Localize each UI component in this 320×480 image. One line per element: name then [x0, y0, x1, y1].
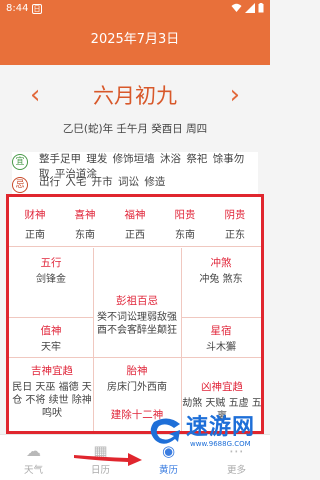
- xiongsha-title: 凶神宜趋: [201, 381, 243, 393]
- god-cell-yang: 阳贵 东南: [160, 197, 210, 247]
- yiji-panel: 宜 整手足甲 理发 修饰垣墙 沐浴 祭祀 馀事勿取 平治道涂 忌 出行 入宅 开…: [12, 152, 258, 194]
- wuxing-value: 剑锋金: [36, 274, 66, 285]
- calendar-app-icon: 日: [32, 4, 42, 14]
- status-time: 8:44: [6, 3, 29, 14]
- god-direction: 正东: [225, 230, 245, 241]
- god-name: 阳贵: [174, 209, 196, 221]
- watermark-url: www.9688G.COM: [190, 440, 251, 448]
- grid-divider: [9, 317, 93, 318]
- wuxing-cell: 五行 剑锋金: [9, 255, 93, 286]
- god-name: 喜神: [74, 209, 96, 221]
- status-bar: 8:44 日: [6, 3, 264, 17]
- site-watermark: 速游网 www.9688G.COM: [150, 414, 260, 450]
- jishen-cell: 吉神宜趋 民日 天巫 福德 天仓 不将 续世 除神 鸣吠: [12, 363, 92, 420]
- yi-badge: 宜: [12, 154, 28, 170]
- ganzhi-line: 乙巳(蛇)年 壬午月 癸酉日 周四: [62, 123, 208, 135]
- tab-weather[interactable]: ☁ 天气: [0, 435, 67, 480]
- zhishen-value: 天牢: [41, 342, 61, 353]
- god-cell-wealth: 财神 正南: [10, 197, 60, 247]
- taishen-value: 房床门外西南: [107, 382, 167, 393]
- god-direction: 正西: [125, 230, 145, 241]
- wuxing-title: 五行: [40, 257, 62, 269]
- wifi-icon: [231, 3, 242, 12]
- ji-text: 出行 入宅 开市 词讼 修造: [39, 176, 166, 188]
- next-day-button[interactable]: ›: [230, 82, 240, 108]
- status-icons: [231, 3, 264, 14]
- grid-divider: [93, 248, 94, 431]
- taishen-cell: 胎神 房床门外西南: [95, 363, 179, 394]
- god-direction: 正南: [25, 230, 45, 241]
- current-date-title[interactable]: 2025年7月3日: [0, 28, 270, 47]
- tab-label: 更多: [226, 465, 246, 476]
- god-cell-joy: 喜神 东南: [60, 197, 110, 247]
- god-direction: 东南: [75, 230, 95, 241]
- cloud-icon: ☁: [26, 442, 41, 460]
- gods-row: 财神 正南 喜神 东南 福神 正西 阳贵 东南 阴贵 正东: [9, 197, 261, 247]
- god-cell-fortune: 福神 正西: [110, 197, 160, 247]
- grid-divider: [9, 357, 261, 358]
- chongsha-title: 冲煞: [210, 257, 232, 269]
- tab-label: 黄历: [158, 465, 178, 476]
- annotation-arrow-icon: [74, 453, 142, 466]
- god-cell-yin: 阴贵 正东: [210, 197, 260, 247]
- god-direction: 东南: [175, 230, 195, 241]
- tab-label: 天气: [23, 465, 43, 476]
- ji-badge: 忌: [12, 177, 28, 193]
- zhishen-cell: 值神 天牢: [9, 323, 93, 354]
- almanac-detail-panel: 财神 正南 喜神 东南 福神 正西 阳贵 东南 阴贵 正东 五行 剑锋金 彭祖百…: [6, 194, 264, 434]
- jishen-title: 吉神宜趋: [31, 365, 73, 377]
- xingxiu-cell: 星宿 斗木獬: [181, 323, 261, 354]
- xingxiu-title: 星宿: [210, 325, 232, 337]
- chongsha-value: 冲兔 煞东: [199, 274, 243, 285]
- god-name: 财神: [24, 209, 46, 221]
- xingxiu-value: 斗木獬: [206, 342, 236, 353]
- pengzu-value: 癸不词讼理弱敌强 酉不会客醉坐颠狂: [97, 312, 177, 336]
- battery-icon: [258, 3, 264, 13]
- grid-divider: [181, 317, 261, 318]
- jishen-value: 民日 天巫 福德 天仓 不将 续世 除神 鸣吠: [12, 382, 92, 419]
- pengzu-title: 彭祖百忌: [116, 295, 158, 307]
- taishen-title: 胎神: [126, 365, 148, 377]
- watermark-logo-icon: [150, 418, 180, 444]
- pengzu-cell: 彭祖百忌 癸不词讼理弱敌强 酉不会客醉坐颠狂: [95, 293, 179, 337]
- signal-icon: [245, 3, 256, 13]
- zhishen-title: 值神: [40, 325, 62, 337]
- header-bar: 8:44 日 2025年7月3日: [0, 0, 270, 65]
- god-name: 福神: [124, 209, 146, 221]
- chongsha-cell: 冲煞 冲兔 煞东: [181, 255, 261, 286]
- watermark-text: 速游网: [186, 415, 256, 440]
- god-name: 阴贵: [224, 209, 246, 221]
